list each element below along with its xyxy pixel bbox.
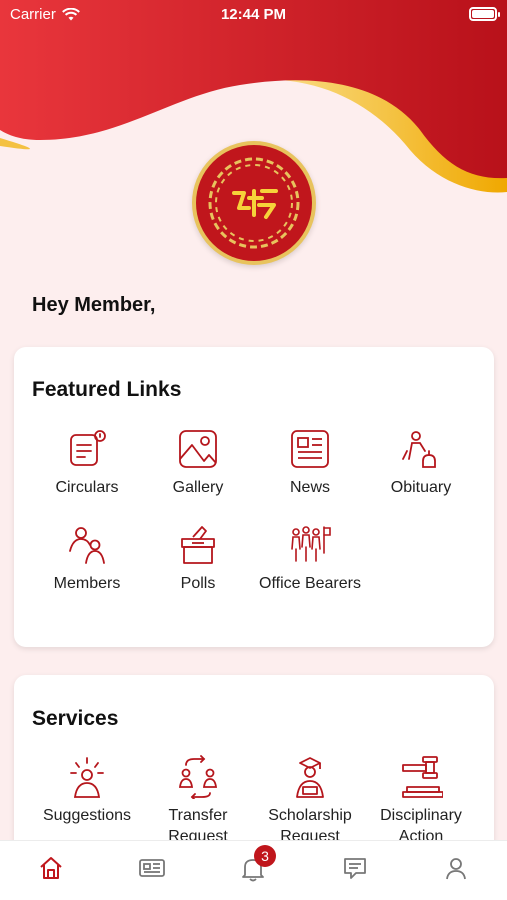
featured-item-label: Gallery — [172, 479, 224, 496]
polls-icon — [181, 526, 215, 564]
office-bearers-icon — [291, 526, 331, 562]
home-icon — [40, 857, 62, 879]
logo-emblem — [208, 157, 300, 249]
bottom-tab-bar: 3 — [0, 840, 507, 900]
featured-item-label: Circulars — [55, 479, 119, 496]
notification-badge: 3 — [254, 845, 276, 867]
featured-item-gallery[interactable]: Gallery — [142, 427, 254, 498]
status-time: 12:44 PM — [220, 6, 287, 23]
organization-logo — [192, 141, 316, 265]
featured-item-news[interactable]: News — [254, 427, 366, 498]
tab-notifications[interactable]: 3 — [240, 845, 276, 885]
transfer-request-icon — [178, 755, 218, 799]
featured-item-polls[interactable]: Polls — [142, 523, 254, 594]
messages-icon — [344, 858, 366, 879]
featured-links-card: Featured Links Circulars Gallery News Ob… — [14, 347, 494, 647]
featured-item-members[interactable]: Members — [31, 523, 143, 594]
service-item-label: Suggestions — [42, 807, 132, 824]
members-icon — [69, 527, 105, 564]
service-item-suggestions[interactable]: Suggestions — [31, 755, 143, 826]
greeting-text: Hey Member, — [32, 294, 156, 316]
news-tab-icon — [139, 859, 165, 877]
gallery-icon — [179, 430, 217, 468]
service-item-scholarship-request[interactable]: Scholarship Request — [254, 755, 366, 847]
profile-icon — [446, 858, 466, 880]
featured-item-label: Members — [53, 575, 121, 592]
scholarship-request-icon — [296, 757, 324, 798]
tab-home[interactable] — [38, 855, 68, 885]
tab-news[interactable] — [138, 855, 168, 885]
status-bar: Carrier 12:44 PM — [0, 0, 507, 30]
circulars-icon — [70, 430, 106, 466]
tab-messages[interactable] — [342, 855, 372, 885]
featured-item-label: Obituary — [390, 479, 452, 496]
tab-profile[interactable] — [443, 855, 473, 885]
featured-item-office-bearers[interactable]: Office Bearers — [254, 523, 366, 594]
suggestions-icon — [70, 757, 104, 798]
featured-item-label: News — [289, 479, 330, 496]
featured-item-circulars[interactable]: Circulars — [31, 427, 143, 498]
battery-icon — [469, 7, 500, 21]
service-item-transfer-request[interactable]: Transfer Request — [142, 755, 254, 847]
featured-links-title: Featured Links — [32, 378, 182, 401]
news-icon — [291, 430, 329, 468]
obituary-icon — [402, 431, 436, 468]
disciplinary-action-icon — [402, 756, 443, 798]
featured-item-obituary[interactable]: Obituary — [365, 427, 477, 498]
service-item-disciplinary-action[interactable]: Disciplinary Action — [365, 755, 477, 847]
services-title: Services — [32, 707, 119, 730]
featured-item-label: Polls — [180, 575, 216, 592]
featured-item-label: Office Bearers — [259, 575, 361, 592]
